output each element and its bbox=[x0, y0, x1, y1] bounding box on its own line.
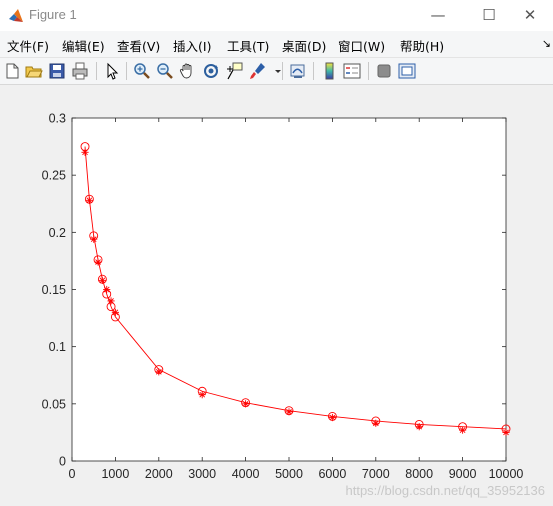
zoom-out-icon[interactable] bbox=[155, 61, 175, 81]
rotate-3d-icon[interactable] bbox=[201, 61, 221, 81]
zoom-in-icon[interactable] bbox=[132, 61, 152, 81]
colorbar-icon[interactable] bbox=[319, 61, 339, 81]
edit-plot-arrow-icon[interactable] bbox=[102, 61, 122, 81]
x-tick-label: 6000 bbox=[318, 467, 346, 481]
save-icon[interactable] bbox=[47, 61, 67, 81]
y-tick-label: 0.15 bbox=[42, 283, 66, 297]
title-bar: Figure 1 — ☐ ✕ bbox=[0, 0, 553, 31]
y-tick-label: 0.05 bbox=[42, 397, 66, 411]
x-tick-label: 5000 bbox=[275, 467, 303, 481]
maximize-button[interactable]: ☐ bbox=[466, 0, 512, 31]
menu-file[interactable]: 文件(F) bbox=[7, 36, 49, 55]
y-tick-label: 0 bbox=[59, 455, 66, 469]
toolbar-separator bbox=[368, 62, 369, 80]
star-marker bbox=[111, 308, 119, 316]
star-marker bbox=[81, 148, 89, 156]
menu-window[interactable]: 窗口(W) bbox=[338, 36, 385, 55]
star-marker bbox=[107, 297, 115, 305]
x-tick-label: 2000 bbox=[145, 467, 173, 481]
hide-plot-tools-icon[interactable] bbox=[374, 61, 394, 81]
star-marker bbox=[90, 235, 98, 243]
data-cursor-icon[interactable] bbox=[224, 61, 244, 81]
plot-axes[interactable]: 0 1000 2000 3000 4000 5000 6000 7000 8000 9000 100… bbox=[0, 85, 553, 506]
brush-icon[interactable] bbox=[247, 61, 267, 81]
x-tick-label: 3000 bbox=[188, 467, 216, 481]
star-marker bbox=[415, 423, 423, 431]
star-marker bbox=[85, 196, 93, 204]
star-marker bbox=[372, 419, 380, 427]
brush-dropdown-icon[interactable] bbox=[268, 61, 281, 81]
menu-view[interactable]: 查看(V) bbox=[117, 36, 160, 55]
link-plot-icon[interactable] bbox=[288, 61, 308, 81]
x-tick-label: 9000 bbox=[449, 467, 477, 481]
x-tick-label: 8000 bbox=[405, 467, 433, 481]
x-tick-label: 10000 bbox=[489, 467, 524, 481]
watermark-text: https://blog.csdn.net/qq_35952136 bbox=[345, 483, 546, 498]
menu-help[interactable]: 帮助(H) bbox=[400, 36, 444, 55]
minimize-button[interactable]: — bbox=[415, 0, 461, 31]
star-marker bbox=[198, 391, 206, 399]
menu-desktop[interactable]: 桌面(D) bbox=[282, 36, 326, 55]
toolbar-separator bbox=[126, 62, 127, 80]
star-marker bbox=[242, 400, 250, 408]
y-tick-label: 0.3 bbox=[49, 112, 66, 126]
x-tick-label: 1000 bbox=[101, 467, 129, 481]
menu-overflow-icon[interactable]: ↘ bbox=[542, 37, 551, 50]
show-plot-tools-icon[interactable] bbox=[397, 61, 417, 81]
menu-bar: 文件(F) 编辑(E) 查看(V) 插入(I) 工具(T) 桌面(D) 窗口(W… bbox=[0, 31, 553, 58]
toolbar-separator bbox=[313, 62, 314, 80]
y-tick-label: 0.1 bbox=[49, 340, 66, 354]
close-button[interactable]: ✕ bbox=[507, 0, 553, 31]
new-figure-icon[interactable] bbox=[2, 61, 22, 81]
star-marker bbox=[328, 413, 336, 422]
toolbar-separator bbox=[96, 62, 97, 80]
y-tick-label: 0.2 bbox=[49, 226, 66, 240]
menu-edit[interactable]: 编辑(E) bbox=[62, 36, 105, 55]
window-title: Figure 1 bbox=[29, 7, 77, 22]
x-tick-label: 7000 bbox=[362, 467, 390, 481]
print-icon[interactable] bbox=[70, 61, 90, 81]
y-tick-label: 0.25 bbox=[42, 169, 66, 183]
legend-icon[interactable] bbox=[342, 61, 362, 81]
matlab-logo-icon bbox=[8, 8, 24, 24]
toolbar-separator bbox=[282, 62, 283, 80]
open-file-icon[interactable] bbox=[24, 61, 44, 81]
pan-hand-icon[interactable] bbox=[178, 61, 198, 81]
x-tick-label: 4000 bbox=[232, 467, 260, 481]
menu-insert[interactable]: 插入(I) bbox=[173, 36, 211, 55]
figure-toolbar bbox=[0, 58, 553, 85]
x-tick-label: 0 bbox=[69, 467, 76, 481]
menu-tools[interactable]: 工具(T) bbox=[227, 36, 269, 55]
